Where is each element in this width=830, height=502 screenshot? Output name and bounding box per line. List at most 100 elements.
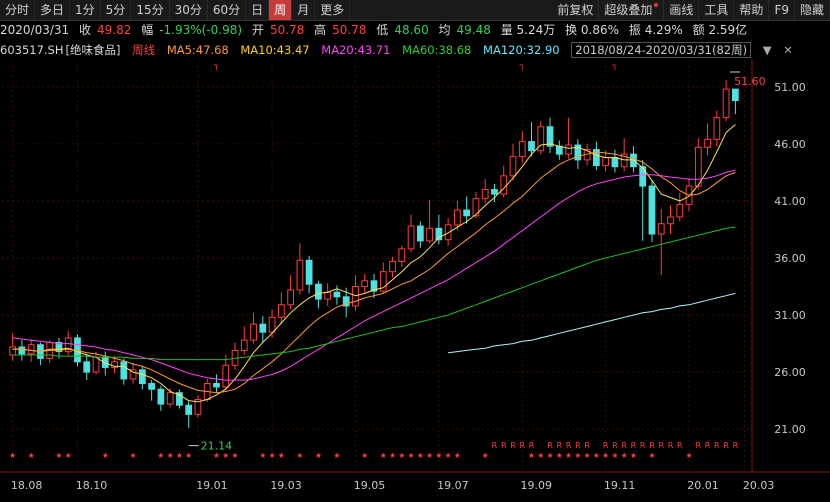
period-tab-2[interactable]: 1分 (70, 0, 101, 20)
candle-body-42 (398, 248, 406, 262)
candle-body-34 (324, 291, 332, 300)
candle-body-28 (268, 316, 276, 333)
toolbar-right-4[interactable]: 帮助 (734, 0, 770, 20)
y-tick-label-1: 46.00 (774, 138, 806, 151)
signal-star-17: ★ (315, 451, 322, 460)
period-tab-1[interactable]: 多日 (35, 0, 71, 20)
period-tab-6[interactable]: 60分 (208, 0, 247, 20)
x-tick-label-1: 18.10 (76, 479, 108, 492)
info-close-label: 收 (79, 23, 92, 37)
toolbar-right-5[interactable]: F9 (769, 0, 795, 20)
kline-chart[interactable]: 51.00 46.00 41.00 36.00 31.00 26.00 21.00 18.08… (0, 60, 830, 502)
candle-body-58 (546, 126, 554, 147)
candle-body-45 (426, 227, 433, 242)
info-change-label: 幅 (141, 23, 154, 37)
candle-body-35 (333, 291, 341, 298)
period-tab-9[interactable]: 月 (292, 0, 316, 20)
signal-star-14: ★ (268, 451, 275, 460)
close-icon[interactable]: ✕ (783, 43, 793, 57)
signal-r-4: R (529, 441, 535, 450)
candle-body-48 (454, 209, 461, 226)
x-tick-label-0: 18.08 (11, 479, 43, 492)
toolbar-right-0[interactable]: 前复权 (552, 0, 600, 20)
candle-body-37 (352, 286, 359, 307)
toolbar-right-3[interactable]: 工具 (699, 0, 735, 20)
ma20-value: MA20:43.71 (321, 43, 391, 57)
signal-r-22: R (723, 441, 729, 450)
period-tab-8[interactable]: 周 (269, 0, 293, 20)
info-turnover: 换 0.86% (565, 23, 620, 37)
chevron-down-icon[interactable]: ▼ (763, 43, 772, 57)
period-label[interactable]: 周线 (132, 43, 155, 57)
period-tab-10[interactable]: 更多 (315, 0, 351, 20)
signal-star-1: ★ (28, 451, 35, 460)
candle-body-59 (555, 145, 563, 155)
signal-star-40: ★ (621, 451, 628, 460)
period-tab-5[interactable]: 30分 (170, 0, 208, 20)
signal-star-35: ★ (574, 451, 581, 460)
candle-body-32 (305, 259, 313, 285)
info-amount: 额 2.59亿 (692, 23, 748, 37)
toolbar-right-6[interactable]: 隐藏 (795, 0, 830, 20)
candle-body-1 (18, 346, 26, 355)
candle-body-12 (120, 361, 128, 380)
max-price-label: 51.60 (734, 75, 766, 88)
candle-body-14 (138, 369, 146, 385)
candle-body-31 (296, 259, 304, 291)
candle-body-74 (694, 146, 702, 187)
candle-body-53 (500, 175, 508, 195)
notification-dot-icon (654, 3, 659, 7)
toolbar-right-2[interactable]: 画线 (664, 0, 700, 20)
candle-body-44 (416, 225, 424, 242)
signal-star-5: ★ (130, 451, 137, 460)
date-range-selector[interactable]: 2018/08/24-2020/03/31(82周) (571, 42, 752, 58)
signal-r-12: R (621, 441, 627, 450)
x-tick-label-6: 19.09 (521, 479, 553, 492)
candle-body-52 (491, 189, 498, 195)
signal-r-16: R (658, 441, 664, 450)
signal-r-13: R (631, 441, 637, 450)
candle-body-55 (518, 141, 526, 157)
signal-r-10: R (603, 441, 609, 450)
period-tab-3[interactable]: 5分 (101, 0, 132, 20)
toolbar-right-1[interactable]: 超级叠加 (599, 0, 665, 20)
candle-body-65 (611, 157, 619, 168)
candle-body-70 (657, 223, 665, 235)
signal-star-11: ★ (222, 451, 229, 460)
candle-body-23 (222, 364, 230, 388)
signal-star-32: ★ (546, 451, 553, 460)
signal-star-2: ★ (55, 451, 62, 460)
signal-star-39: ★ (611, 451, 618, 460)
info-change: -1.93%(-0.98) (159, 23, 243, 37)
candle-body-54 (509, 155, 517, 177)
y-tick-label-2: 41.00 (774, 195, 806, 208)
period-tab-0[interactable]: 分时 (0, 0, 36, 20)
x-tick-label-5: 19.07 (437, 479, 469, 492)
signal-star-8: ★ (176, 451, 183, 460)
candle-body-64 (602, 157, 610, 167)
candle-body-71 (667, 216, 674, 225)
signal-star-41: ★ (630, 451, 637, 460)
period-tab-4[interactable]: 15分 (131, 0, 170, 20)
candle-body-9 (92, 356, 100, 373)
ma-legend-bar: 603517.SH [绝味食品] 周线 MA5:47.68 MA10:43.47 … (0, 41, 830, 59)
y-tick-label-3: 36.00 (774, 252, 806, 265)
period-tab-7[interactable]: 日 (246, 0, 270, 20)
candle-body-33 (315, 283, 322, 300)
candle-body-2 (27, 344, 35, 355)
candle-body-60 (565, 144, 572, 155)
y-tick-label-0: 51.00 (774, 81, 806, 94)
candle-body-17 (166, 392, 174, 405)
ma-line-ma120 (448, 292, 736, 354)
candle-body-22 (213, 383, 220, 388)
candle-body-76 (713, 117, 721, 140)
signal-r-20: R (705, 441, 711, 450)
x-tick-label-7: 19.11 (604, 479, 636, 492)
signal-r-8: R (575, 441, 581, 450)
x-tick-label-9: 20.03 (743, 479, 775, 492)
candle-body-69 (648, 185, 656, 235)
signal-star-28: ★ (454, 451, 461, 460)
signal-star-38: ★ (602, 451, 609, 460)
signal-star-4: ★ (102, 451, 109, 460)
top-marker-2: ┐ (611, 61, 617, 71)
